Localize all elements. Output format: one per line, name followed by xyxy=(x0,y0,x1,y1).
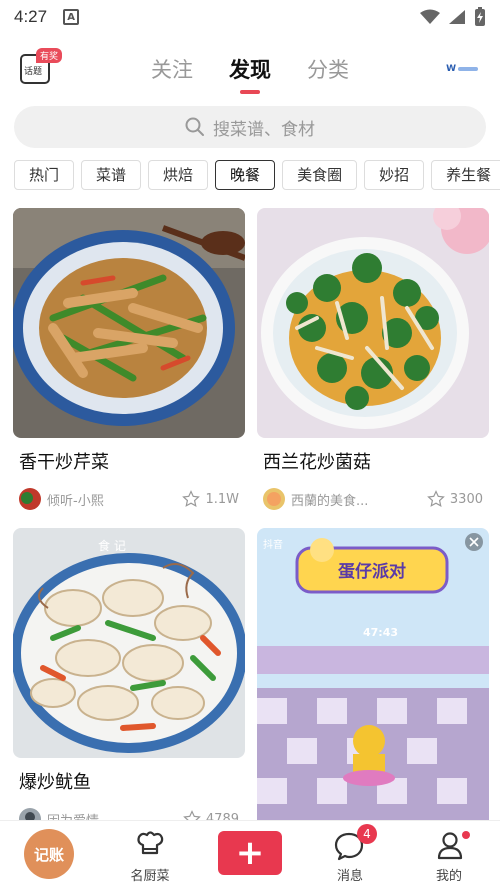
nav-me-label: 我的 xyxy=(435,869,462,884)
avatar[interactable] xyxy=(19,808,41,820)
recipe-card[interactable]: 香干炒芹菜 倾听-小熙 1.1W xyxy=(13,208,245,510)
notification-app-icon: A xyxy=(63,9,80,25)
bottom-nav: 记账 名厨菜 + 消息 4 我的 xyxy=(0,820,500,888)
recipe-image[interactable] xyxy=(257,208,489,438)
search-icon xyxy=(185,117,204,136)
chip-baking[interactable]: 烘焙 xyxy=(148,160,209,190)
recipe-card[interactable]: 西兰花炒菌菇 西蘭的美食... 3300 xyxy=(257,208,489,510)
ad-platform: 抖音 xyxy=(263,538,283,551)
bookkeeping-button[interactable]: 记账 xyxy=(24,829,74,879)
star-icon xyxy=(427,490,445,507)
recipe-title[interactable]: 香干炒芹菜 xyxy=(19,448,245,474)
watermark-text: 食 记 xyxy=(98,538,126,553)
recipe-title[interactable]: 西兰花炒菌菇 xyxy=(263,448,489,474)
avatar[interactable] xyxy=(263,488,285,510)
nav-message-label: 消息 xyxy=(336,869,363,884)
chip-health[interactable]: 养生餐 xyxy=(431,160,500,190)
recipe-title[interactable]: 爆炒鱿鱼 xyxy=(19,768,245,794)
search-bar[interactable]: 搜菜谱、食材 xyxy=(14,106,486,148)
ad-timer: 47:43 xyxy=(363,626,398,639)
recipe-card[interactable]: 食 记 爆炒鱿鱼 因为爱情 4789 xyxy=(13,528,245,820)
header: 有奖 话题 关注 发现 分类 W xyxy=(0,34,500,104)
tab-discover[interactable]: 发现 xyxy=(229,54,271,84)
nav-chef-label: 名厨菜 xyxy=(130,869,170,884)
star-icon xyxy=(183,810,201,820)
chip-food-circle[interactable]: 美食圈 xyxy=(282,160,358,190)
like-value: 1.1W xyxy=(205,491,239,507)
tab-follow[interactable]: 关注 xyxy=(151,54,193,84)
ad-title: 蛋仔派对 xyxy=(338,561,406,582)
message-count-badge: 4 xyxy=(357,824,377,844)
nav-message[interactable]: 消息 xyxy=(305,821,395,888)
recipe-image[interactable]: 食 记 xyxy=(13,528,245,758)
recipe-image[interactable] xyxy=(13,208,245,438)
author-name[interactable]: 西蘭的美食... xyxy=(291,490,368,509)
status-bar: 4:27 A xyxy=(0,0,500,34)
nav-me[interactable]: 我的 xyxy=(404,821,494,888)
search-area: 搜菜谱、食材 xyxy=(0,104,500,154)
star-icon xyxy=(182,490,201,507)
ad-card[interactable]: 蛋仔派对 抖音 47:43 xyxy=(257,528,489,820)
search-placeholder: 搜菜谱、食材 xyxy=(213,119,315,140)
wifi-icon xyxy=(420,9,440,24)
tab-category[interactable]: 分类 xyxy=(307,54,349,84)
status-icons xyxy=(420,7,486,27)
recipe-meta: 因为爱情 4789 xyxy=(19,808,245,820)
add-button[interactable]: + xyxy=(218,831,282,875)
recipe-meta: 西蘭的美食... 3300 xyxy=(263,488,489,510)
like-value: 3300 xyxy=(449,491,483,507)
brand-mark-icon xyxy=(458,67,478,71)
status-time: 4:27 xyxy=(14,7,48,26)
user-icon xyxy=(437,832,463,860)
avatar[interactable] xyxy=(19,488,41,510)
author-name[interactable]: 倾听-小熙 xyxy=(47,490,104,509)
nav-chef[interactable]: 名厨菜 xyxy=(105,821,195,888)
like-value: 4789 xyxy=(205,811,239,821)
chip-dinner[interactable]: 晚餐 xyxy=(215,160,276,190)
like-count[interactable]: 1.1W xyxy=(182,490,239,508)
signal-icon xyxy=(449,10,465,24)
chip-recipes[interactable]: 菜谱 xyxy=(81,160,142,190)
chip-tips[interactable]: 妙招 xyxy=(364,160,425,190)
chip-hot[interactable]: 热门 xyxy=(14,160,75,190)
recipe-feed: 香干炒芹菜 倾听-小熙 1.1W 西兰花炒菌菇 西蘭的美食... 3300 食 … xyxy=(0,202,500,820)
brand-logo-letter: W xyxy=(446,64,456,74)
plus-icon: + xyxy=(235,833,265,873)
ad-image[interactable]: 蛋仔派对 抖音 47:43 xyxy=(257,528,489,820)
like-count[interactable]: 4789 xyxy=(183,810,239,820)
battery-icon xyxy=(475,7,485,26)
brand-logo[interactable]: W xyxy=(446,64,478,74)
chef-hat-icon xyxy=(137,831,164,855)
recipe-meta: 倾听-小熙 1.1W xyxy=(19,488,245,510)
top-tabs: 关注 发现 分类 xyxy=(0,54,500,84)
author-name[interactable]: 因为爱情 xyxy=(47,810,99,821)
notification-dot xyxy=(462,831,470,839)
category-chips: 热门 菜谱 烘焙 晚餐 美食圈 妙招 养生餐 xyxy=(0,154,500,202)
like-count[interactable]: 3300 xyxy=(427,490,483,508)
